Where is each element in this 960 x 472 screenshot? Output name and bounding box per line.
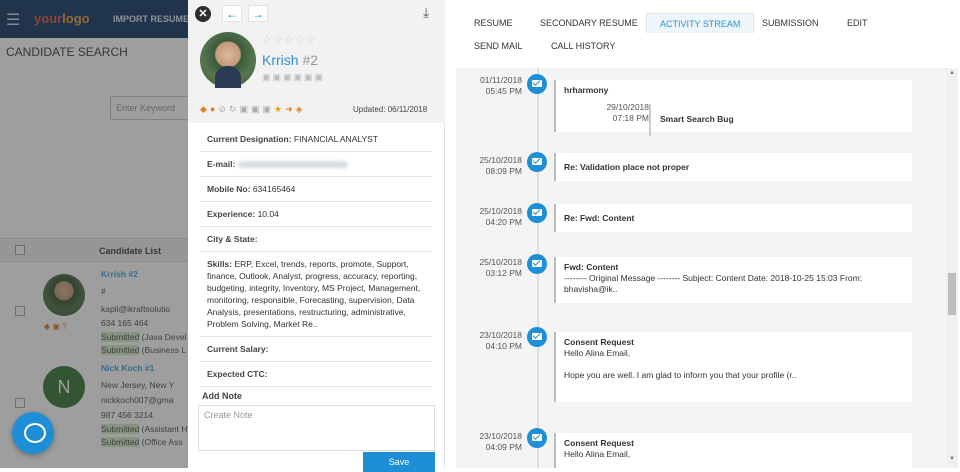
salary-field: Current Salary: xyxy=(200,337,432,362)
inner-title: Smart Search Bug xyxy=(660,114,734,124)
tab-send-mail[interactable]: SEND MAIL xyxy=(461,36,536,56)
detail-tabs-area: RESUME SECONDARY RESUME ACTIVITY STREAM … xyxy=(446,0,960,468)
designation-field: Current Designation: FINANCIAL ANALYST xyxy=(200,127,432,152)
note-input[interactable]: Create Note xyxy=(198,405,435,451)
mail-icon xyxy=(527,327,547,347)
chat-widget-button[interactable] xyxy=(12,412,54,454)
candidate-name: Krrish #2 xyxy=(262,52,319,68)
blurred-email xyxy=(237,161,348,169)
mail-icon xyxy=(527,428,547,448)
activity-card[interactable]: Re: Validation place not proper xyxy=(554,153,912,181)
experience-field: Experience: 10.04 xyxy=(200,202,432,227)
inner-divider xyxy=(649,104,651,136)
action-icons[interactable]: ◆●⊘↻▣▣▣★➜◈ xyxy=(200,104,306,115)
activity-date: 25/10/2018 04:20 PM xyxy=(479,206,522,227)
next-arrow-icon[interactable]: → xyxy=(248,5,268,22)
scroll-up-icon[interactable]: ▲ xyxy=(949,70,955,76)
candidate-detail-panel: ✕ ← → ⤓ ☆☆☆☆☆ Krrish #2 ▣▣▣▣▣▣ ◆●⊘↻▣▣▣★➜… xyxy=(188,0,960,472)
activity-date: 01/11/2018 05:45 PM xyxy=(480,75,522,96)
tab-resume[interactable]: RESUME xyxy=(461,13,526,33)
social-icons[interactable]: ▣▣▣▣▣▣ xyxy=(262,72,325,83)
ctc-field: Expected CTC: xyxy=(200,362,432,387)
activity-date: 23/10/2018 04:09 PM xyxy=(479,431,522,452)
close-icon[interactable]: ✕ xyxy=(195,6,211,22)
activity-card[interactable]: hrharmony 29/10/2018 07:18 PM Smart Searc… xyxy=(554,80,912,136)
mail-icon xyxy=(527,74,547,94)
mail-icon xyxy=(527,152,547,172)
scrollbar[interactable]: ▲ ▼ xyxy=(946,68,958,468)
inner-date: 29/10/2018 07:18 PM xyxy=(606,102,649,123)
email-field: E-mail: xyxy=(200,152,432,177)
activity-date: 25/10/2018 08:09 PM xyxy=(479,155,522,176)
profile-fields: Current Designation: FINANCIAL ANALYST E… xyxy=(200,127,432,387)
tab-secondary-resume[interactable]: SECONDARY RESUME xyxy=(527,13,651,33)
activity-stream: 01/11/2018 05:45 PM hrharmony 29/10/2018 0… xyxy=(456,68,946,468)
activity-card[interactable]: Consent Request Hello Alina Email, xyxy=(554,433,912,468)
tab-submission[interactable]: SUBMISSION xyxy=(749,13,832,33)
mail-icon xyxy=(527,254,547,274)
download-icon[interactable]: ⤓ xyxy=(423,4,429,21)
activity-date: 25/10/2018 03:12 PM xyxy=(479,257,522,278)
tab-activity-stream[interactable]: ACTIVITY STREAM xyxy=(646,13,755,33)
save-button[interactable]: Save xyxy=(363,452,435,472)
city-field: City & State: xyxy=(200,227,432,252)
mail-icon xyxy=(527,203,547,223)
avatar xyxy=(200,32,256,88)
activity-card[interactable]: Consent Request Hello Alina Email, Hope yo… xyxy=(554,332,912,402)
tab-call-history[interactable]: CALL HISTORY xyxy=(538,36,628,56)
scrollbar-thumb[interactable] xyxy=(948,273,956,315)
tab-bar: RESUME SECONDARY RESUME ACTIVITY STREAM … xyxy=(446,0,960,62)
skills-field: Skills: ERP, Excel, trends, reports, pro… xyxy=(200,252,432,337)
profile-header: ✕ ← → ⤓ ☆☆☆☆☆ Krrish #2 ▣▣▣▣▣▣ ◆●⊘↻▣▣▣★➜… xyxy=(188,0,445,123)
activity-date: 23/10/2018 04:10 PM xyxy=(479,330,522,351)
updated-info: Updated: 06/11/2018 xyxy=(353,105,428,114)
mobile-field: Mobile No: 634165464 xyxy=(200,177,432,202)
tab-edit[interactable]: EDIT xyxy=(834,13,881,33)
add-note-label: Add Note xyxy=(202,391,242,401)
activity-card[interactable]: Fwd: Content -------- Original Message --… xyxy=(554,257,912,303)
activity-card[interactable]: Re: Fwd: Content xyxy=(554,204,912,232)
rating-stars[interactable]: ☆☆☆☆☆ xyxy=(262,33,316,46)
scroll-down-icon[interactable]: ▼ xyxy=(949,456,955,462)
profile-sidebar: ✕ ← → ⤓ ☆☆☆☆☆ Krrish #2 ▣▣▣▣▣▣ ◆●⊘↻▣▣▣★➜… xyxy=(188,0,445,472)
prev-arrow-icon[interactable]: ← xyxy=(222,5,242,22)
